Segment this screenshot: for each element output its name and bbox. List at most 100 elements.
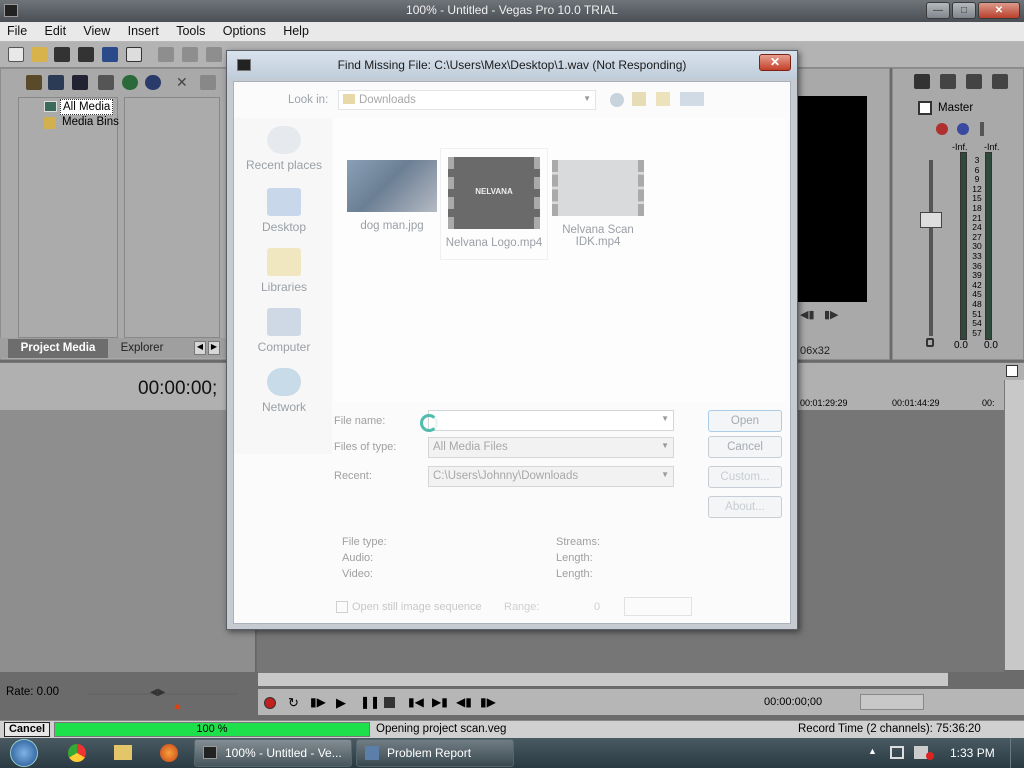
- media-properties-icon[interactable]: [200, 75, 216, 90]
- tray-show-hidden-icon[interactable]: ▲: [868, 746, 877, 756]
- status-cancel-button[interactable]: Cancel: [4, 722, 50, 737]
- media-bins-item[interactable]: Media Bins: [62, 116, 119, 128]
- record-icon[interactable]: [264, 697, 276, 709]
- about-button[interactable]: About...: [708, 496, 782, 518]
- mixer-properties-icon[interactable]: [914, 74, 930, 89]
- properties-icon[interactable]: [126, 47, 142, 62]
- play-from-start-icon[interactable]: ▮▶: [310, 695, 326, 709]
- tab-explorer[interactable]: Explorer: [110, 339, 174, 358]
- close-icon[interactable]: ✕: [978, 2, 1020, 19]
- minimize-icon[interactable]: —: [926, 2, 950, 19]
- view-menu-icon[interactable]: [680, 92, 704, 106]
- look-in-combo[interactable]: Downloads ▼: [338, 90, 596, 110]
- play-icon[interactable]: ▶: [336, 695, 346, 711]
- tab-scroll-right-icon[interactable]: ▶: [208, 341, 220, 355]
- maximize-icon[interactable]: □: [952, 2, 976, 19]
- all-media-item[interactable]: All Media: [60, 99, 114, 115]
- menu-insert[interactable]: Insert: [121, 22, 166, 38]
- files-of-type-dropdown-icon[interactable]: ▼: [661, 441, 669, 450]
- custom-button[interactable]: Custom...: [708, 466, 782, 488]
- master-select-icon[interactable]: [918, 101, 932, 115]
- remove-media-icon[interactable]: ✕: [176, 75, 192, 90]
- recent-select[interactable]: C:\Users\Johnny\Downloads ▼: [428, 466, 674, 487]
- start-orb-icon[interactable]: [10, 739, 38, 767]
- new-folder-icon[interactable]: [656, 92, 670, 106]
- go-to-end-icon[interactable]: ▶▮: [432, 695, 448, 709]
- task-problem-report[interactable]: Problem Report: [356, 739, 514, 767]
- menu-options[interactable]: Options: [216, 22, 273, 38]
- mixer-bypass-icon[interactable]: [992, 74, 1008, 89]
- tab-scroll-left-icon[interactable]: ◀: [194, 341, 206, 355]
- save-icon[interactable]: [54, 47, 70, 62]
- media-search-icon[interactable]: [145, 75, 161, 90]
- timeline-marker-flag-icon[interactable]: [1006, 365, 1018, 377]
- place-desktop[interactable]: Desktop: [236, 188, 332, 234]
- file-nelvana-scan[interactable]: Nelvana Scan IDK.mp4: [544, 160, 652, 248]
- explorer-taskbar-icon[interactable]: [114, 745, 132, 760]
- rate-slider-handle-icon[interactable]: ◀▶: [150, 687, 165, 698]
- capture-video-icon[interactable]: [48, 75, 64, 90]
- preview-prev-frame-icon[interactable]: ◀▮: [800, 308, 818, 322]
- master-fader-handle[interactable]: [920, 212, 942, 228]
- open-folder-icon[interactable]: [31, 47, 47, 62]
- place-network[interactable]: Network: [236, 368, 332, 414]
- show-desktop-button[interactable]: [1010, 738, 1024, 768]
- preview-next-frame-icon[interactable]: ▮▶: [824, 308, 842, 322]
- loop-icon[interactable]: ↻: [288, 695, 299, 711]
- prev-frame-icon[interactable]: ◀▮: [456, 695, 472, 709]
- place-recent[interactable]: Recent places: [236, 126, 332, 172]
- import-media-icon[interactable]: [26, 75, 42, 90]
- open-button[interactable]: Open: [708, 410, 782, 432]
- menu-edit[interactable]: Edit: [38, 22, 74, 38]
- files-of-type-select[interactable]: All Media Files ▼: [428, 437, 674, 458]
- place-libraries[interactable]: Libraries: [236, 248, 332, 294]
- up-folder-icon[interactable]: [632, 92, 646, 106]
- dialog-close-icon[interactable]: ✕: [759, 54, 791, 71]
- timeline-vscrollbar[interactable]: [1004, 380, 1024, 670]
- menu-tools[interactable]: Tools: [169, 22, 212, 38]
- stop-icon[interactable]: [384, 697, 395, 708]
- recent-dropdown-icon[interactable]: ▼: [661, 470, 669, 479]
- media-fx-icon[interactable]: [98, 75, 114, 90]
- cancel-button[interactable]: Cancel: [708, 436, 782, 458]
- menu-view[interactable]: View: [76, 22, 117, 38]
- tab-project-media[interactable]: Project Media: [8, 339, 108, 358]
- look-in-dropdown-icon[interactable]: ▼: [583, 94, 591, 103]
- menu-help[interactable]: Help: [276, 22, 316, 38]
- timeline-hscrollbar[interactable]: [258, 672, 948, 686]
- paste-icon[interactable]: [206, 47, 222, 62]
- file-name-input[interactable]: ▼: [428, 410, 674, 431]
- new-project-icon[interactable]: [8, 47, 24, 62]
- taskbar-clock[interactable]: 1:33 PM: [950, 746, 995, 760]
- master-lock-icon[interactable]: [926, 338, 934, 347]
- progress-text: 100 %: [196, 723, 228, 735]
- firefox-taskbar-icon[interactable]: [160, 744, 178, 762]
- mixer-record-icon[interactable]: [936, 123, 948, 135]
- pause-icon[interactable]: ❚❚: [360, 695, 380, 709]
- file-dog-man[interactable]: dog man.jpg: [338, 160, 446, 232]
- chrome-taskbar-icon[interactable]: [68, 744, 86, 762]
- range-end-field[interactable]: [624, 597, 692, 616]
- mixer-solo-icon[interactable]: [980, 122, 984, 136]
- cut-icon[interactable]: [158, 47, 174, 62]
- copy-icon[interactable]: [182, 47, 198, 62]
- task-vegas[interactable]: 100% - Untitled - Ve...: [194, 739, 352, 767]
- next-frame-icon[interactable]: ▮▶: [480, 695, 496, 709]
- file-nelvana-logo[interactable]: NELVANA Nelvana Logo.mp4: [440, 148, 548, 260]
- still-sequence-checkbox[interactable]: [336, 601, 348, 613]
- menu-file[interactable]: File: [0, 22, 34, 38]
- render-icon[interactable]: [102, 47, 118, 62]
- save-as-icon[interactable]: [78, 47, 94, 62]
- mixer-downmix-icon[interactable]: [940, 74, 956, 89]
- file-name-dropdown-icon[interactable]: ▼: [661, 414, 669, 423]
- media-bins-icon: [44, 117, 56, 129]
- media-generator-icon[interactable]: [122, 75, 138, 90]
- back-icon[interactable]: [610, 93, 624, 107]
- tray-flag-icon[interactable]: [926, 752, 934, 760]
- tray-network-icon[interactable]: [890, 746, 904, 759]
- mixer-mute-icon[interactable]: [957, 123, 969, 135]
- place-computer[interactable]: Computer: [236, 308, 332, 354]
- go-to-start-icon[interactable]: ▮◀: [408, 695, 424, 709]
- get-media-web-icon[interactable]: [72, 75, 88, 90]
- mixer-dim-icon[interactable]: [966, 74, 982, 89]
